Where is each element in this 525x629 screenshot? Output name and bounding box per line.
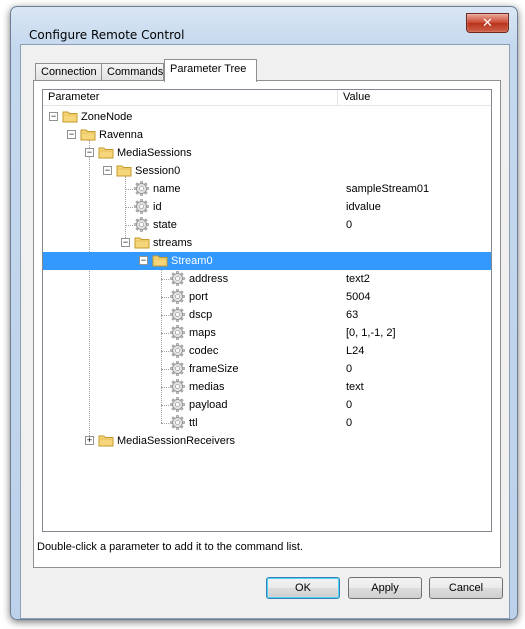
tree-row[interactable]: address text2 bbox=[43, 270, 491, 288]
status-hint: Double-click a parameter to add it to th… bbox=[37, 541, 303, 553]
tree-node-label: MediaSessionReceivers bbox=[117, 435, 235, 447]
folder-icon bbox=[98, 145, 114, 159]
dialog-client-area: Connection Commands Parameter Tree Param… bbox=[20, 44, 510, 619]
tree-node-value: L24 bbox=[346, 345, 365, 357]
tree-row[interactable]: maps [0, 1,-1, 2] bbox=[43, 324, 491, 342]
folder-icon bbox=[134, 235, 150, 249]
column-header: Parameter Value bbox=[43, 90, 491, 106]
tree-node-value: [0, 1,-1, 2] bbox=[346, 327, 396, 339]
column-header-parameter[interactable]: Parameter bbox=[43, 90, 338, 106]
gear-icon bbox=[170, 271, 185, 286]
tree-node-label: frameSize bbox=[189, 363, 239, 375]
tree-node-label: port bbox=[189, 291, 208, 303]
column-header-value[interactable]: Value bbox=[338, 90, 491, 106]
tree-row[interactable]: port 5004 bbox=[43, 288, 491, 306]
tree-node-value: idvalue bbox=[346, 201, 381, 213]
tree-node-label: streams bbox=[153, 237, 193, 249]
tree-node-label: maps bbox=[189, 327, 216, 339]
tree-node-label: state bbox=[153, 219, 177, 231]
collapse-toggle[interactable]: − bbox=[139, 256, 148, 265]
tree-row[interactable]: ttl 0 bbox=[43, 414, 491, 432]
gear-icon bbox=[134, 217, 149, 232]
tree-node-value: 0 bbox=[346, 219, 353, 231]
tree-row[interactable]: dscp 63 bbox=[43, 306, 491, 324]
collapse-toggle[interactable]: − bbox=[85, 148, 94, 157]
tree-node-label: Session0 bbox=[135, 165, 181, 177]
tree-node-label: Stream0 bbox=[171, 255, 213, 267]
gear-icon bbox=[134, 181, 149, 196]
collapse-toggle[interactable]: − bbox=[49, 112, 58, 121]
tree-node-value: 63 bbox=[346, 309, 359, 321]
parameter-tree-panel: Parameter Value − ZoneNode − Ravenna − MediaS… bbox=[33, 80, 501, 568]
tab-commands[interactable]: Commands bbox=[101, 63, 164, 81]
tree-row[interactable]: payload 0 bbox=[43, 396, 491, 414]
apply-button[interactable]: Apply bbox=[348, 577, 422, 599]
close-button[interactable]: ✕ bbox=[466, 13, 509, 33]
gear-icon bbox=[170, 325, 185, 340]
tree-node-value: 0 bbox=[346, 363, 353, 375]
tree-row[interactable]: − ZoneNode bbox=[43, 108, 491, 126]
tree-node-label: id bbox=[153, 201, 162, 213]
gear-icon bbox=[170, 415, 185, 430]
tree-row[interactable]: id idvalue bbox=[43, 198, 491, 216]
gear-icon bbox=[170, 397, 185, 412]
gear-icon bbox=[170, 307, 185, 322]
gear-icon bbox=[170, 343, 185, 358]
dialog-window: Configure Remote Control ✕ Connection Co… bbox=[10, 6, 518, 620]
tree-node-label: medias bbox=[189, 381, 225, 393]
ok-button[interactable]: OK bbox=[266, 577, 340, 599]
tree-row[interactable]: state 0 bbox=[43, 216, 491, 234]
gear-icon bbox=[170, 289, 185, 304]
tree-node-value: 0 bbox=[346, 417, 353, 429]
tree-node-label: codec bbox=[189, 345, 219, 357]
tree-row[interactable]: − Stream0 bbox=[43, 252, 491, 270]
collapse-toggle[interactable]: − bbox=[67, 130, 76, 139]
tree-node-value: text bbox=[346, 381, 364, 393]
collapse-toggle[interactable]: − bbox=[121, 238, 130, 247]
tab-connection[interactable]: Connection bbox=[35, 63, 102, 81]
expand-toggle[interactable]: + bbox=[85, 436, 94, 445]
tree-row[interactable]: name sampleStream01 bbox=[43, 180, 491, 198]
parameter-tree-view[interactable]: Parameter Value − ZoneNode − Ravenna − MediaS… bbox=[42, 89, 492, 532]
folder-icon bbox=[98, 433, 114, 447]
tree-row[interactable]: + MediaSessionReceivers bbox=[43, 432, 491, 450]
gear-icon bbox=[134, 199, 149, 214]
tree-node-label: payload bbox=[189, 399, 228, 411]
tree-node-label: name bbox=[153, 183, 181, 195]
window-title: Configure Remote Control bbox=[29, 28, 185, 42]
close-icon: ✕ bbox=[482, 15, 493, 30]
collapse-toggle[interactable]: − bbox=[103, 166, 112, 175]
tree-node-label: ttl bbox=[189, 417, 198, 429]
tree-node-label: MediaSessions bbox=[117, 147, 192, 159]
tree-row[interactable]: − MediaSessions bbox=[43, 144, 491, 162]
tree-node-label: ZoneNode bbox=[81, 111, 133, 123]
tree-node-value: text2 bbox=[346, 273, 370, 285]
folder-icon bbox=[116, 163, 132, 177]
tree-row[interactable]: medias text bbox=[43, 378, 491, 396]
tree-row[interactable]: − Ravenna bbox=[43, 126, 491, 144]
cancel-button[interactable]: Cancel bbox=[429, 577, 503, 599]
folder-icon bbox=[62, 109, 78, 123]
tree-row[interactable]: codec L24 bbox=[43, 342, 491, 360]
tree-node-value: sampleStream01 bbox=[346, 183, 430, 195]
gear-icon bbox=[170, 361, 185, 376]
tree-node-label: address bbox=[189, 273, 229, 285]
tree-node-label: Ravenna bbox=[99, 129, 144, 141]
tree-node-label: dscp bbox=[189, 309, 213, 321]
folder-icon bbox=[152, 253, 168, 267]
gear-icon bbox=[170, 379, 185, 394]
tree-node-value: 0 bbox=[346, 399, 353, 411]
tree-row[interactable]: frameSize 0 bbox=[43, 360, 491, 378]
tree-row[interactable]: − Session0 bbox=[43, 162, 491, 180]
tab-parameter-tree[interactable]: Parameter Tree bbox=[164, 59, 257, 82]
folder-icon bbox=[80, 127, 96, 141]
tree-node-value: 5004 bbox=[346, 291, 371, 303]
tree-row[interactable]: − streams bbox=[43, 234, 491, 252]
